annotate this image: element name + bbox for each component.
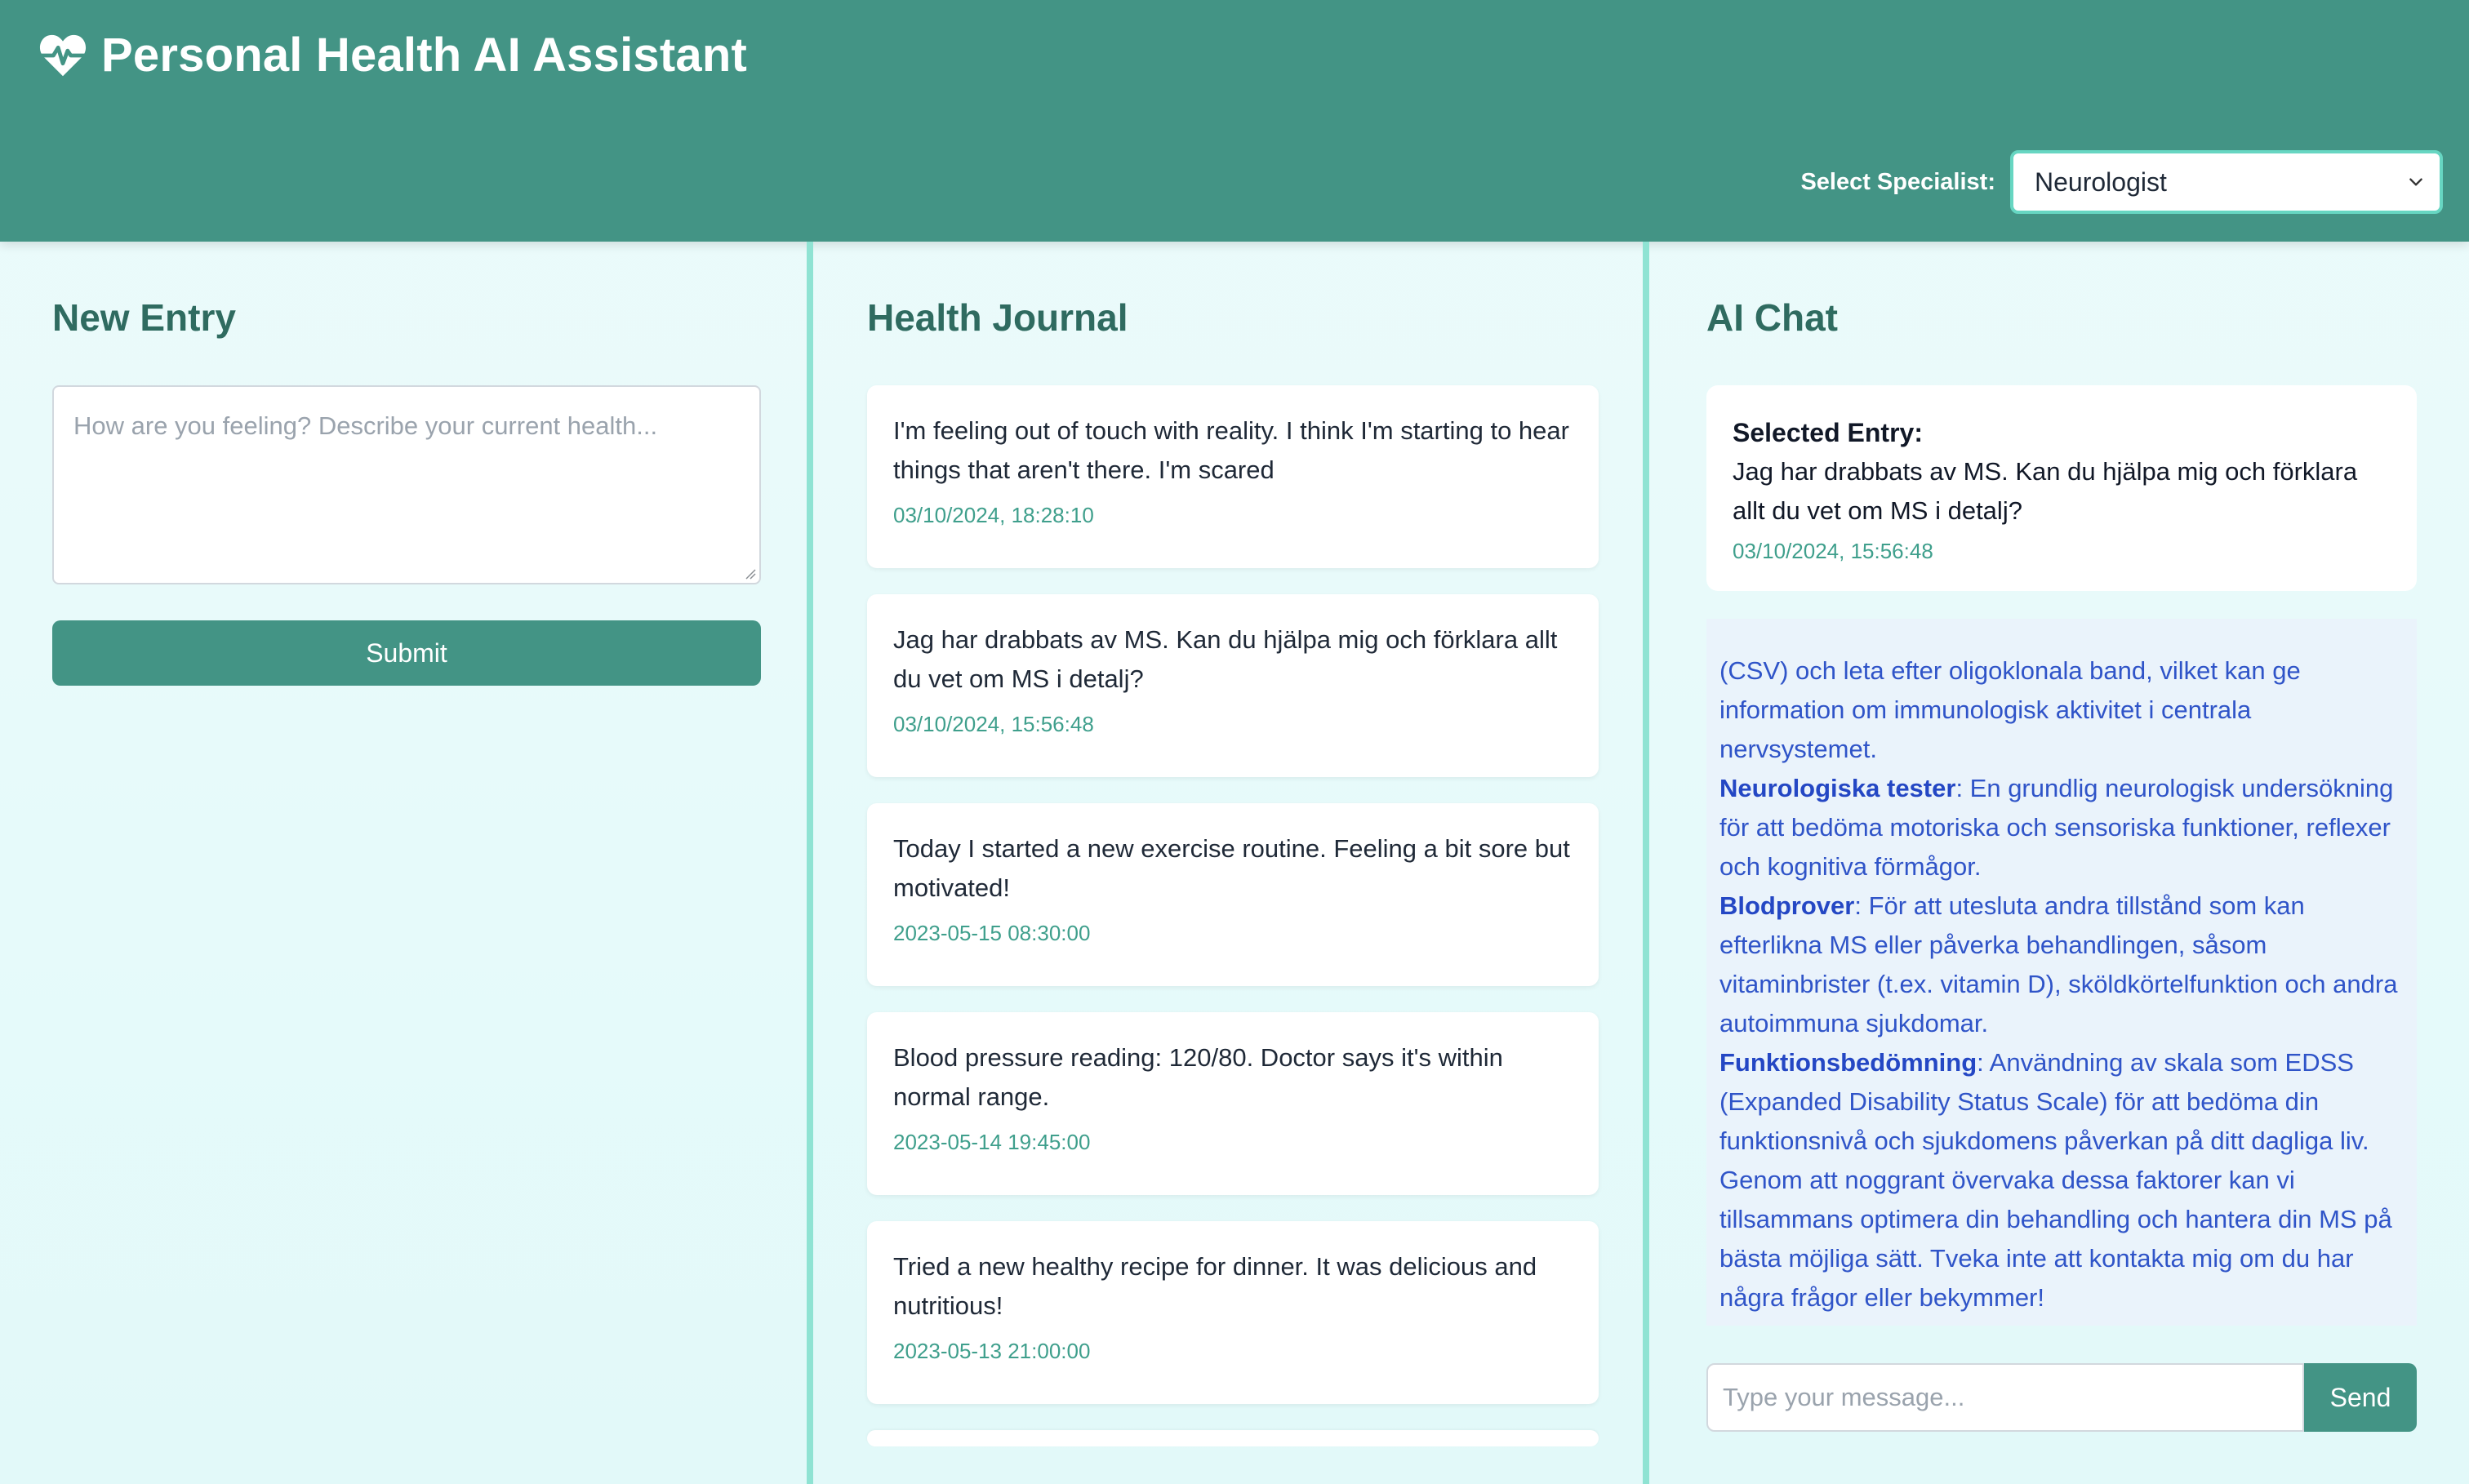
entry-textarea[interactable]: How are you feeling? Describe your curre… bbox=[52, 385, 761, 584]
column-divider-right bbox=[1643, 242, 1649, 1484]
specialist-selected-value: Neurologist bbox=[2035, 167, 2167, 197]
chat-input-placeholder: Type your message... bbox=[1723, 1383, 1965, 1411]
journal-entry[interactable]: Tried a new healthy recipe for dinner. I… bbox=[867, 1221, 1599, 1404]
journal-title: Health Journal bbox=[867, 296, 1128, 339]
column-divider-left bbox=[807, 242, 813, 1484]
submit-button[interactable]: Submit bbox=[52, 620, 761, 686]
ai-response: (CSV) och leta efter oligoklonala band, … bbox=[1719, 651, 2400, 1317]
ai-response-bold: Neurologiska tester bbox=[1719, 774, 1956, 802]
journal-entry-date: 2023-05-13 21:00:00 bbox=[893, 1339, 1091, 1363]
ai-response-bold: Funktionsbedömning bbox=[1719, 1048, 1977, 1077]
app-header: Personal Health AI Assistant Select Spec… bbox=[0, 0, 2469, 242]
resize-grip-icon[interactable] bbox=[743, 566, 756, 580]
selected-entry-date: 03/10/2024, 15:56:48 bbox=[1733, 539, 1933, 563]
ai-response-item: Blodprover: För att utesluta andra tills… bbox=[1719, 886, 2400, 1043]
chat-messages[interactable]: (CSV) och leta efter oligoklonala band, … bbox=[1706, 619, 2417, 1326]
journal-list: I'm feeling out of touch with reality. I… bbox=[867, 385, 1599, 1473]
ai-response-item: Funktionsbedömning: Användning av skala … bbox=[1719, 1043, 2400, 1161]
journal-panel: Health Journal I'm feeling out of touch … bbox=[813, 242, 1643, 1484]
selected-entry-label: Selected Entry: bbox=[1733, 418, 1923, 447]
journal-entry-text: Tried a new healthy recipe for dinner. I… bbox=[893, 1252, 1537, 1320]
ai-response-bold: Blodprover bbox=[1719, 891, 1855, 920]
ai-response-item: Neurologiska tester: En grundlig neurolo… bbox=[1719, 769, 2400, 886]
journal-entry-text: Blood pressure reading: 120/80. Doctor s… bbox=[893, 1043, 1503, 1111]
specialist-selector: Select Specialist: Neurologist bbox=[1800, 150, 2443, 214]
chat-message-input[interactable]: Type your message... bbox=[1706, 1363, 2304, 1432]
journal-entry[interactable]: Blood pressure reading: 120/80. Doctor s… bbox=[867, 1012, 1599, 1195]
brand: Personal Health AI Assistant bbox=[38, 28, 747, 82]
journal-entry-partial[interactable] bbox=[867, 1430, 1599, 1446]
journal-entry[interactable]: Today I started a new exercise routine. … bbox=[867, 803, 1599, 986]
new-entry-title: New Entry bbox=[52, 296, 236, 339]
journal-entry-date: 03/10/2024, 18:28:10 bbox=[893, 503, 1094, 527]
journal-entry-text: Jag har drabbats av MS. Kan du hjälpa mi… bbox=[893, 625, 1558, 693]
send-button[interactable]: Send bbox=[2304, 1363, 2417, 1432]
journal-entry[interactable]: I'm feeling out of touch with reality. I… bbox=[867, 385, 1599, 568]
chevron-down-icon bbox=[2409, 178, 2422, 186]
ai-response-closing: Genom att noggrant övervaka dessa faktor… bbox=[1719, 1166, 2392, 1312]
journal-entry-text: Today I started a new exercise routine. … bbox=[893, 834, 1570, 902]
specialist-label: Select Specialist: bbox=[1800, 168, 1995, 195]
app-title: Personal Health AI Assistant bbox=[101, 29, 747, 82]
ai-response-line: (CSV) och leta efter oligoklonala band, … bbox=[1719, 656, 2301, 763]
journal-entry-date: 2023-05-15 08:30:00 bbox=[893, 921, 1091, 945]
ai-chat-title: AI Chat bbox=[1706, 296, 1838, 339]
selected-entry-card: Selected Entry: Jag har drabbats av MS. … bbox=[1706, 385, 2417, 591]
journal-entry-date: 03/10/2024, 15:56:48 bbox=[893, 712, 1094, 736]
ai-chat-panel: AI Chat Selected Entry: Jag har drabbats… bbox=[1649, 242, 2469, 1484]
journal-entry-text: I'm feeling out of touch with reality. I… bbox=[893, 416, 1569, 484]
selected-entry-text: Jag har drabbats av MS. Kan du hjälpa mi… bbox=[1733, 457, 2358, 525]
specialist-select[interactable]: Neurologist bbox=[2010, 150, 2443, 214]
journal-entry[interactable]: Jag har drabbats av MS. Kan du hjälpa mi… bbox=[867, 594, 1599, 777]
journal-entry-date: 2023-05-14 19:45:00 bbox=[893, 1130, 1091, 1154]
heart-pulse-icon bbox=[38, 34, 87, 76]
entry-placeholder: How are you feeling? Describe your curre… bbox=[73, 411, 658, 440]
new-entry-panel: New Entry How are you feeling? Describe … bbox=[0, 242, 807, 1484]
